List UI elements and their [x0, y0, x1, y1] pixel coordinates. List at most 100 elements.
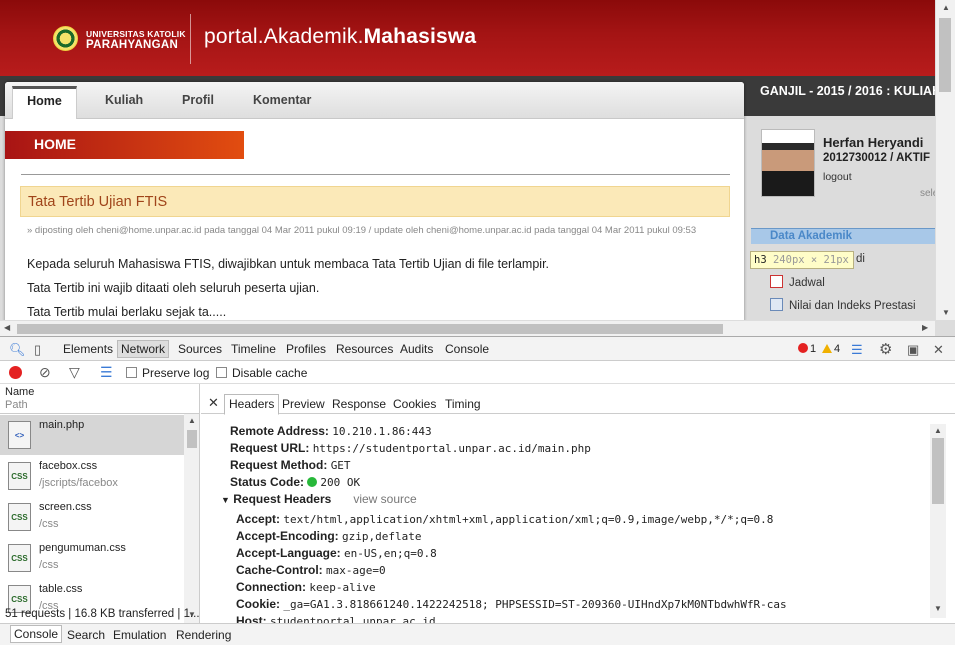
request-detail: ✕ Headers Preview Response Cookies Timin… [201, 384, 955, 624]
css-file-icon: CSS [8, 462, 31, 490]
header-banner: UNIVERSITAS KATOLIK PARAHYANGAN portal.A… [0, 0, 935, 76]
devtools-drawer-tabs: Console Search Emulation Rendering [0, 623, 955, 645]
network-toolbar: ⊘ ▽ ☰ Preserve log Disable cache [0, 362, 955, 384]
header-value: 10.210.1.86:443 [332, 425, 432, 438]
user-name: Herfan Heryandi [823, 135, 924, 150]
drawer-tab-rendering[interactable]: Rendering [176, 628, 231, 642]
header-value: _ga=GA1.3.818661240.1422242518; PHPSESSI… [283, 598, 787, 611]
announcement-meta: » diposting oleh cheni@home.unpar.ac.id … [27, 225, 697, 236]
filter-icon[interactable]: ▽ [69, 364, 80, 381]
select-link-partial[interactable]: sele [920, 188, 935, 199]
scroll-down-icon[interactable]: ▼ [942, 308, 950, 317]
scroll-left-icon[interactable]: ◀ [4, 323, 10, 332]
tab-audits[interactable]: Audits [400, 342, 433, 356]
request-row[interactable]: CSS facebox.css /jscripts/facebox [0, 456, 184, 496]
tab-timeline[interactable]: Timeline [231, 342, 276, 356]
divider [21, 174, 730, 175]
tab-sources[interactable]: Sources [178, 342, 222, 356]
tab-cookies[interactable]: Cookies [393, 397, 436, 411]
request-headers-section[interactable]: ▼ Request Headers view source [221, 492, 417, 506]
disable-cache-checkbox[interactable] [216, 367, 227, 378]
university-name[interactable]: UNIVERSITAS KATOLIK PARAHYANGAN [86, 29, 186, 51]
clear-icon[interactable]: ⊘ [39, 364, 51, 381]
header-key: Cookie: [236, 597, 281, 611]
error-count[interactable]: 1 [798, 343, 816, 355]
header-key: Request Method: [230, 458, 328, 472]
scroll-thumb[interactable] [932, 438, 944, 504]
page-horizontal-scrollbar[interactable]: ◀ ▶ [0, 320, 935, 336]
university-logo-icon[interactable] [53, 26, 78, 51]
tab-console[interactable]: Console [445, 342, 489, 356]
announcement-title[interactable]: Tata Tertib Ujian FTIS [20, 186, 730, 217]
view-source-link[interactable]: view source [353, 492, 416, 506]
portal-title-bold: Mahasiswa [363, 25, 477, 48]
sidebar-item-jadwal[interactable]: Jadwal [770, 275, 825, 289]
preserve-log-label: Preserve log [142, 366, 210, 380]
list-view-icon[interactable]: ☰ [100, 364, 113, 381]
request-path: /css [39, 518, 59, 530]
warning-count[interactable]: 4 [822, 343, 840, 355]
drawer-tab-console[interactable]: Console [10, 625, 63, 643]
tab-profil[interactable]: Profil [182, 93, 214, 107]
scroll-thumb[interactable] [187, 430, 197, 448]
page-vertical-scrollbar[interactable]: ▲ ▼ [935, 0, 955, 320]
tab-home[interactable]: Home [12, 86, 77, 119]
request-list-scrollbar[interactable]: ▲ ▼ [184, 414, 199, 624]
scroll-up-icon[interactable]: ▲ [942, 3, 950, 12]
scroll-right-icon[interactable]: ▶ [922, 323, 928, 332]
tab-kuliah[interactable]: Kuliah [105, 93, 143, 107]
portal-title-prefix: portal.Akademik. [204, 25, 364, 48]
name-column-header[interactable]: Name Path [0, 384, 199, 414]
request-row[interactable]: <> main.php [0, 415, 184, 455]
inspect-search-icon[interactable]: 🔍︎ [9, 342, 26, 358]
tab-response[interactable]: Response [332, 397, 386, 411]
close-icon[interactable]: ✕ [933, 342, 944, 358]
gear-icon[interactable]: ⚙ [879, 340, 892, 358]
disable-cache-label: Disable cache [232, 366, 308, 380]
tab-elements[interactable]: Elements [63, 342, 113, 356]
record-icon[interactable] [9, 366, 22, 379]
nav-tabs: Home Kuliah Profil Komentar [5, 82, 744, 119]
tab-komentar[interactable]: Komentar [253, 93, 311, 107]
request-name: pengumuman.css [39, 542, 126, 554]
sidebar-item-partial[interactable]: di [856, 253, 865, 265]
scroll-up-icon[interactable]: ▲ [188, 416, 196, 425]
device-mode-icon[interactable]: ▯ [34, 342, 41, 358]
tab-profiles[interactable]: Profiles [286, 342, 326, 356]
inspect-tooltip: h3 240px × 21px [750, 251, 854, 269]
tab-resources[interactable]: Resources [336, 342, 393, 356]
scroll-up-icon[interactable]: ▲ [934, 426, 942, 435]
header-row: Remote Address: 10.210.1.86:443 [230, 424, 432, 438]
banner-divider [190, 14, 191, 64]
logo-line2: PARAHYANGAN [86, 39, 179, 51]
scroll-thumb[interactable] [17, 324, 723, 334]
header-value: text/html,application/xhtml+xml,applicat… [283, 513, 774, 526]
sidebar-item-label: Jadwal [789, 277, 825, 289]
scroll-down-icon[interactable]: ▼ [934, 604, 942, 613]
tab-network[interactable]: Network [117, 340, 170, 358]
semester-info: GANJIL - 2015 / 2016 : KULIAH [760, 84, 935, 98]
request-row[interactable]: CSS pengumuman.css /css [0, 538, 184, 578]
warning-count-value: 4 [834, 343, 841, 355]
dock-side-icon[interactable]: ▣ [907, 342, 919, 358]
semester-text: GANJIL - 2015 / 2016 : [760, 84, 894, 98]
close-icon[interactable]: ✕ [208, 395, 219, 411]
console-drawer-icon[interactable]: ☰ [851, 342, 863, 358]
scroll-corner [935, 320, 955, 336]
logout-link[interactable]: logout [823, 171, 852, 183]
preserve-log-checkbox[interactable] [126, 367, 137, 378]
tab-preview[interactable]: Preview [282, 397, 325, 411]
request-list: Name Path <> main.php CSS facebox.css /j… [0, 384, 200, 624]
header-row: Request URL: https://studentportal.unpar… [230, 441, 591, 455]
sidebar-item-nilai[interactable]: Nilai dan Indeks Prestasi [770, 298, 916, 312]
tab-timing[interactable]: Timing [445, 397, 481, 411]
detail-scrollbar[interactable]: ▲ ▼ [930, 424, 946, 618]
header-key: Status Code: [230, 475, 305, 489]
scroll-thumb[interactable] [939, 18, 951, 92]
tab-headers[interactable]: Headers [224, 394, 280, 415]
avatar [761, 129, 815, 197]
drawer-tab-search[interactable]: Search [67, 628, 105, 642]
drawer-tab-emulation[interactable]: Emulation [113, 628, 166, 642]
web-page: UNIVERSITAS KATOLIK PARAHYANGAN portal.A… [0, 0, 935, 320]
request-row[interactable]: CSS screen.css /css [0, 497, 184, 537]
